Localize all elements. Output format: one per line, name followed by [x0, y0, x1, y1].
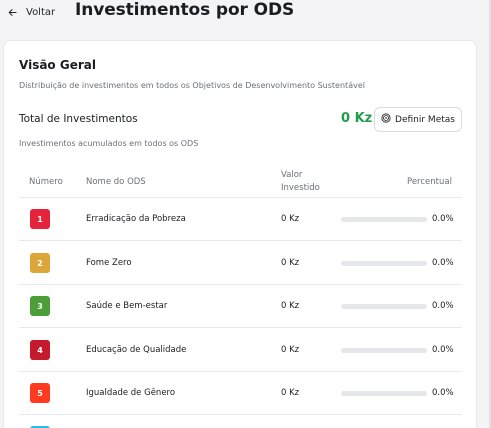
- overview-description: Distribuição de investimentos em todos o…: [19, 81, 365, 90]
- ods-badge: 3: [30, 296, 50, 316]
- progress-bar: [341, 261, 427, 266]
- ods-badge: 1: [30, 209, 50, 229]
- ods-name: Erradicação da Pobreza: [86, 214, 186, 224]
- progress-bar: [341, 348, 427, 353]
- back-label: Voltar: [26, 6, 56, 18]
- ods-invested-value: 0 Kz: [281, 214, 300, 224]
- progress-bar: [341, 217, 427, 222]
- top-bar: Voltar Investimentos por ODS: [0, 0, 491, 28]
- ods-percent: 0.0%: [432, 301, 454, 311]
- ods-invested-value: 0 Kz: [281, 258, 300, 268]
- target-icon: [381, 113, 391, 126]
- table-row[interactable]: 5 Igualdade de Gênero 0 Kz 0.0%: [4, 372, 478, 415]
- ods-percent: 0.0%: [432, 388, 454, 398]
- back-button[interactable]: Voltar: [8, 3, 55, 21]
- ods-name: Educação de Qualidade: [86, 345, 187, 355]
- ods-percent: 0.0%: [432, 214, 454, 224]
- ods-invested-value: 0 Kz: [281, 388, 300, 398]
- define-goals-button[interactable]: Definir Metas: [374, 107, 462, 132]
- define-goals-label: Definir Metas: [395, 114, 455, 125]
- progress-bar: [341, 391, 427, 396]
- ods-badge: 4: [30, 340, 50, 360]
- total-investments-value: 0 Kz: [341, 111, 373, 126]
- row-divider: [19, 327, 462, 328]
- column-header-number: Número: [29, 177, 63, 187]
- column-header-name: Nome do ODS: [86, 177, 146, 187]
- page-title: Investimentos por ODS: [75, 0, 295, 20]
- ods-name: Saúde e Bem-estar: [86, 301, 168, 311]
- table-row[interactable]: 1 Erradicação da Pobreza 0 Kz 0.0%: [4, 198, 478, 241]
- ods-percent: 0.0%: [432, 258, 454, 268]
- table-row[interactable]: 3 Saúde e Bem-estar 0 Kz 0.0%: [4, 285, 478, 328]
- ods-invested-value: 0 Kz: [281, 345, 300, 355]
- ods-name: Fome Zero: [86, 258, 132, 268]
- overview-title: Visão Geral: [19, 58, 96, 72]
- arrow-left-icon: [8, 8, 17, 17]
- ods-percent: 0.0%: [432, 345, 454, 355]
- total-investments-subtitle: Investimentos acumulados em todos os ODS: [19, 139, 199, 148]
- row-divider: [19, 414, 462, 415]
- column-header-value-line2: Investido: [281, 183, 320, 193]
- progress-bar: [341, 304, 427, 309]
- ods-badge: 5: [30, 383, 50, 403]
- column-header-value-line1: Valor: [281, 170, 303, 180]
- column-header-percent: Percentual: [407, 177, 452, 187]
- ods-badge: 2: [30, 253, 50, 273]
- table-row[interactable]: 4 Educação de Qualidade 0 Kz 0.0%: [4, 329, 478, 372]
- column-header-value: Valor Investido: [281, 169, 320, 195]
- overview-card: Visão Geral Distribuição de investimento…: [3, 40, 477, 428]
- row-divider: [19, 240, 462, 241]
- ods-name: Igualdade de Gênero: [86, 388, 176, 398]
- ods-invested-value: 0 Kz: [281, 301, 300, 311]
- total-investments-label: Total de Investimentos: [19, 113, 138, 125]
- table-row[interactable]: 2 Fome Zero 0 Kz 0.0%: [4, 242, 478, 285]
